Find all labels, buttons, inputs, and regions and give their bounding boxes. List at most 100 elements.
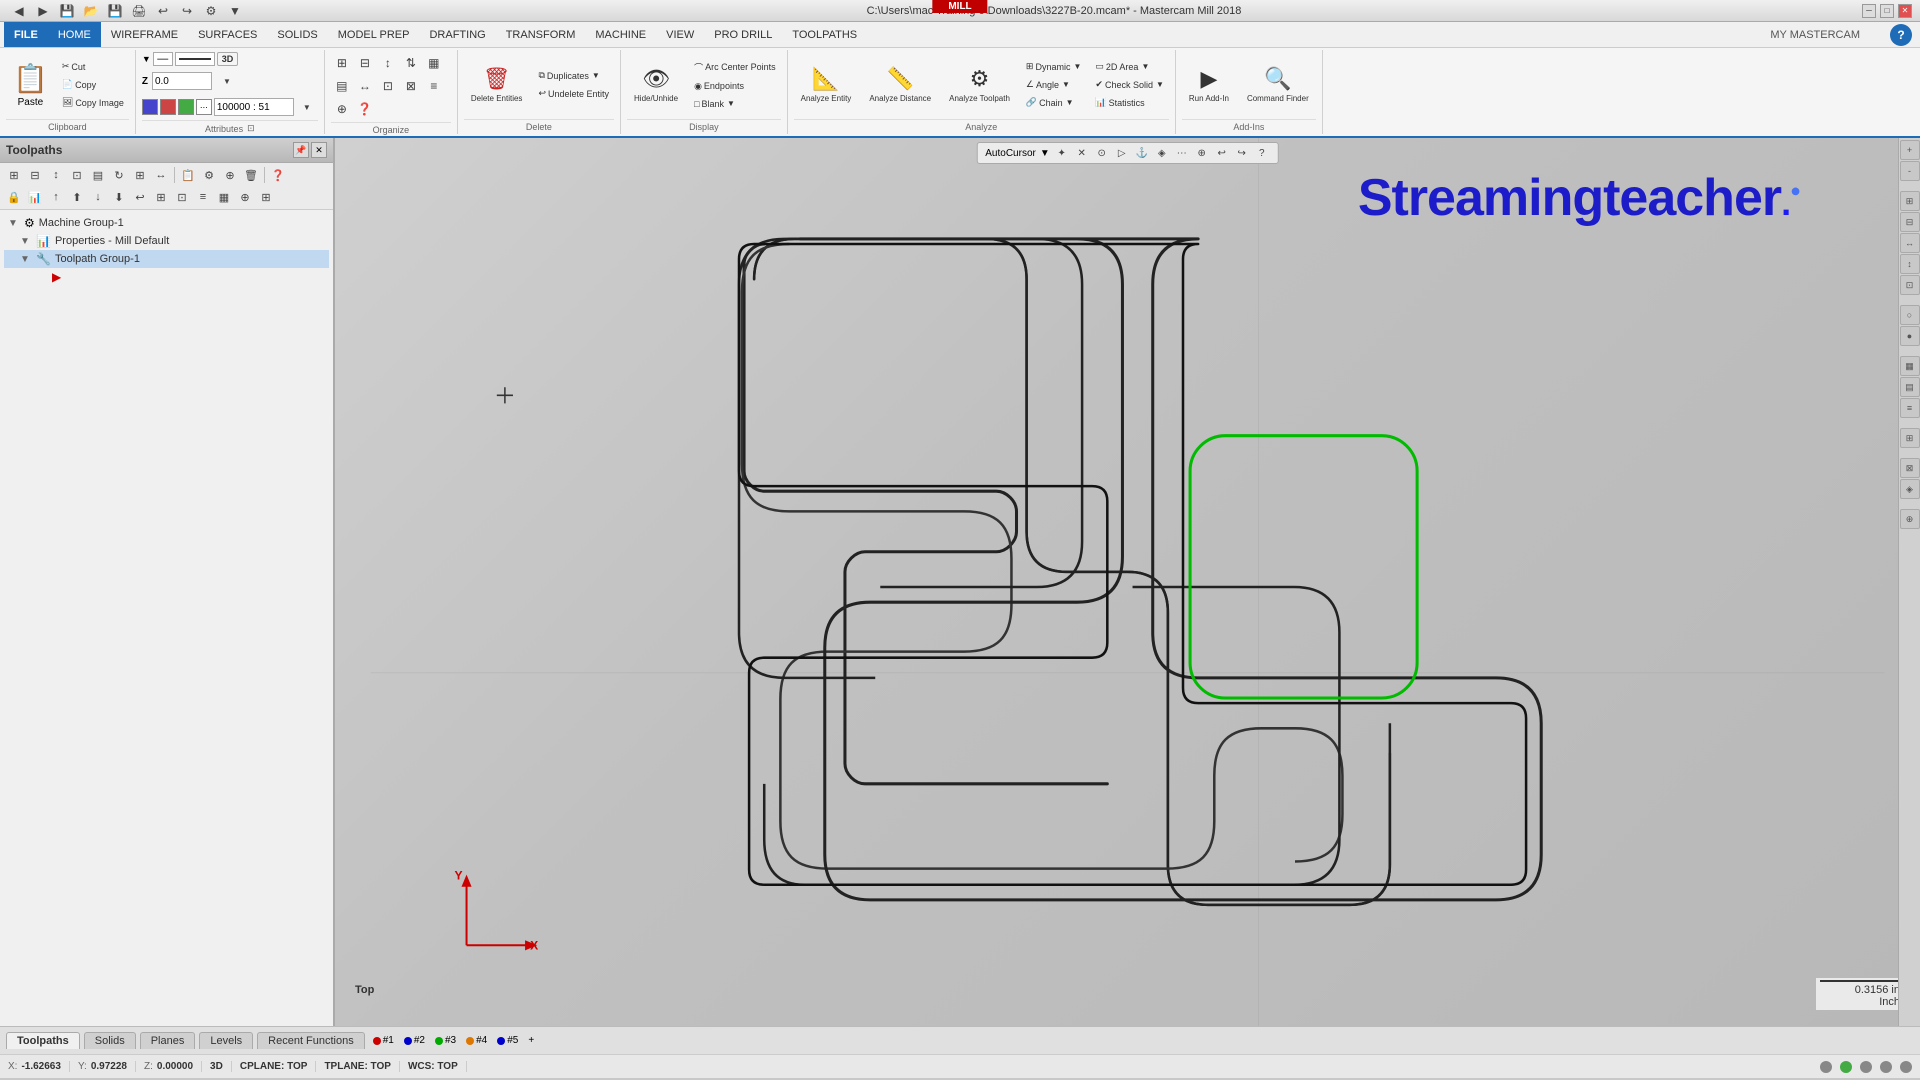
line-type-btn[interactable]: —: [153, 52, 173, 66]
save-button[interactable]: 💾: [56, 0, 78, 22]
color-btn2[interactable]: [160, 99, 176, 115]
redo-button[interactable]: ↪: [176, 0, 198, 22]
organize-btn-10[interactable]: ≡: [423, 75, 445, 97]
angle-button[interactable]: ∠ Angle ▼: [1021, 76, 1086, 93]
deselect-button[interactable]: ⊟: [25, 165, 45, 185]
undelete-button[interactable]: ↩ Undelete Entity: [533, 85, 614, 102]
organize-btn-8[interactable]: ⊡: [377, 75, 399, 97]
toggle-button[interactable]: ↕: [46, 165, 66, 185]
expand-icon-3[interactable]: ▼: [20, 254, 32, 265]
tree-toolpath-group[interactable]: ▼ 🔧 Toolpath Group-1: [4, 250, 329, 268]
3d-toggle-btn[interactable]: 3D: [217, 52, 239, 66]
right-btn-3[interactable]: ⊞: [1900, 191, 1920, 211]
level-4[interactable]: #4: [462, 1034, 491, 1047]
menu-surfaces[interactable]: SURFACES: [188, 22, 267, 47]
menu-view[interactable]: VIEW: [656, 22, 704, 47]
panel-close-button[interactable]: ✕: [311, 142, 327, 158]
right-btn-8[interactable]: ○: [1900, 305, 1920, 325]
tab-levels[interactable]: Levels: [199, 1032, 253, 1049]
menu-file[interactable]: FILE: [4, 22, 48, 47]
level-1[interactable]: #1: [369, 1034, 398, 1047]
copy-image-button[interactable]: 🖼 Copy Image: [57, 94, 129, 111]
panel-tb-20[interactable]: ⊞: [151, 187, 171, 207]
right-btn-14[interactable]: ⊠: [1900, 458, 1920, 478]
undo-button[interactable]: ↩: [152, 0, 174, 22]
hide-unhide-button[interactable]: 👁 Hide/Unhide: [627, 55, 685, 115]
right-btn-9[interactable]: ●: [1900, 326, 1920, 346]
organize-btn-5[interactable]: ▦: [423, 52, 445, 74]
panel-tb-9[interactable]: 📋: [178, 165, 198, 185]
level-more[interactable]: +: [524, 1034, 538, 1047]
right-btn-13[interactable]: ⊞: [1900, 428, 1920, 448]
check-solid-button[interactable]: ✔ Check Solid ▼: [1090, 76, 1169, 93]
save-as-button[interactable]: 💾: [104, 0, 126, 22]
endpoints-button[interactable]: ◉ Endpoints: [689, 78, 781, 95]
paste-button[interactable]: 📋 Paste: [6, 54, 55, 116]
level-3[interactable]: #3: [431, 1034, 460, 1047]
right-btn-15[interactable]: ◈: [1900, 479, 1920, 499]
right-btn-6[interactable]: ↕: [1900, 254, 1920, 274]
scale-dropdown-btn[interactable]: ▼: [296, 96, 318, 118]
options-button[interactable]: ⚙: [200, 0, 222, 22]
help-button[interactable]: ?: [1890, 24, 1912, 46]
titlebar-nav-buttons[interactable]: ◀ ▶ 💾 📂 💾 🖨 ↩ ↪ ⚙ ▼: [8, 0, 246, 22]
organize-btn-11[interactable]: ⊕: [331, 98, 353, 120]
maximize-button[interactable]: □: [1880, 4, 1894, 18]
analyze-toolpath-button[interactable]: ⚙ Analyze Toolpath: [942, 55, 1017, 115]
panel-tb-23[interactable]: ▦: [214, 187, 234, 207]
scale-input[interactable]: [214, 98, 294, 116]
panel-tb-18[interactable]: ⬇: [109, 187, 129, 207]
regen-button[interactable]: ↻: [109, 165, 129, 185]
tab-recent-functions[interactable]: Recent Functions: [257, 1032, 365, 1049]
right-btn-16[interactable]: ⊕: [1900, 509, 1920, 529]
my-mastercam-link[interactable]: MY MASTERCAM: [1770, 29, 1890, 41]
color-btn3[interactable]: [178, 99, 194, 115]
redo-canvas-btn[interactable]: ↪: [1234, 145, 1250, 161]
expand-icon-2[interactable]: ▼: [20, 236, 32, 247]
cursor-btn-1[interactable]: ✦: [1054, 145, 1070, 161]
cursor-btn-8[interactable]: ⊕: [1194, 145, 1210, 161]
delete-entities-button[interactable]: 🗑 Delete Entities: [464, 55, 530, 115]
z-dropdown-btn[interactable]: ▼: [216, 70, 238, 92]
expand-icon-1[interactable]: ▼: [8, 218, 20, 229]
right-btn-4[interactable]: ⊟: [1900, 212, 1920, 232]
panel-tb-8[interactable]: ↔: [151, 165, 171, 185]
panel-tb-21[interactable]: ⊡: [172, 187, 192, 207]
analyze-entity-button[interactable]: 📐 Analyze Entity: [794, 55, 859, 115]
panel-tb-7[interactable]: ⊞: [130, 165, 150, 185]
select-all-button[interactable]: ⊞: [4, 165, 24, 185]
organize-btn-12[interactable]: ❓: [354, 98, 376, 120]
cad-drawing[interactable]: Y X: [335, 138, 1920, 1026]
z-value-input[interactable]: [152, 72, 212, 90]
color-btn1[interactable]: [142, 99, 158, 115]
lock-button[interactable]: 🔒: [4, 187, 24, 207]
panel-tb-4[interactable]: ⊡: [67, 165, 87, 185]
tab-toolpaths[interactable]: Toolpaths: [6, 1032, 80, 1049]
menu-model-prep[interactable]: MODEL PREP: [328, 22, 420, 47]
canvas-area[interactable]: AutoCursor ▼ ✦ ✕ ⊙ ▷ ⚓ ◈ ⋯ ⊕ ↩ ↪ ? Strea…: [335, 138, 1920, 1026]
statistics-button[interactable]: 📊 Statistics: [1090, 94, 1169, 111]
menu-transform[interactable]: TRANSFORM: [496, 22, 586, 47]
organize-btn-9[interactable]: ⊠: [400, 75, 422, 97]
panel-tb-10[interactable]: ⚙: [199, 165, 219, 185]
panel-tb-11[interactable]: ⊕: [220, 165, 240, 185]
menu-machine[interactable]: MACHINE: [585, 22, 656, 47]
organize-btn-1[interactable]: ⊞: [331, 52, 353, 74]
tab-planes[interactable]: Planes: [140, 1032, 196, 1049]
panel-tb-16[interactable]: ⬆: [67, 187, 87, 207]
blank-button[interactable]: □ Blank ▼: [689, 96, 781, 112]
menu-drafting[interactable]: DRAFTING: [419, 22, 495, 47]
tree-machine-group[interactable]: ▼ ⚙ Machine Group-1: [4, 214, 329, 232]
tree-play-item[interactable]: ▶: [4, 268, 329, 286]
right-btn-7[interactable]: ⊡: [1900, 275, 1920, 295]
panel-tb-5[interactable]: ▤: [88, 165, 108, 185]
organize-btn-7[interactable]: ↔: [354, 75, 376, 97]
panel-tb-25[interactable]: ⊞: [256, 187, 276, 207]
panel-tb-13[interactable]: ❓: [268, 165, 288, 185]
cursor-btn-6[interactable]: ◈: [1154, 145, 1170, 161]
run-addin-button[interactable]: ▶ Run Add-In: [1182, 55, 1236, 115]
forward-button[interactable]: ▶: [32, 0, 54, 22]
duplicates-button[interactable]: ⧉ Duplicates ▼: [533, 67, 614, 84]
cursor-btn-4[interactable]: ▷: [1114, 145, 1130, 161]
line-style-btn[interactable]: ▼: [142, 54, 151, 64]
